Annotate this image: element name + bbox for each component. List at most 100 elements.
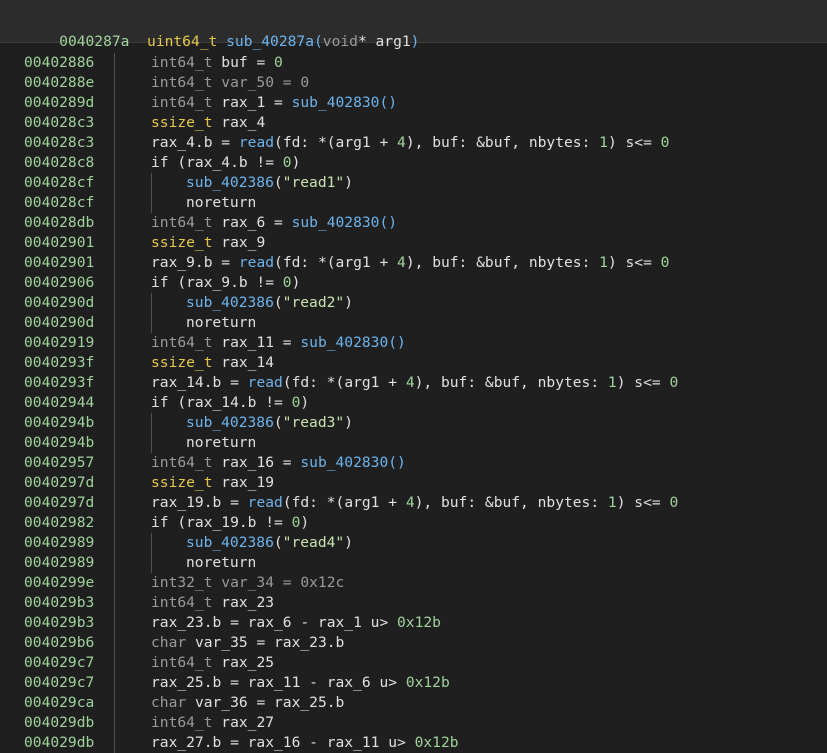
line-address[interactable]: 00402982: [24, 513, 94, 533]
code-token[interactable]: "read3": [283, 414, 345, 431]
line-code[interactable]: int64_t var_50 = 0: [151, 73, 309, 93]
code-token[interactable]: (): [379, 94, 397, 111]
code-token[interactable]: rax_23.b = rax_6 - rax_1 u>: [151, 614, 397, 631]
code-token[interactable]: ssize_t: [151, 114, 221, 131]
code-token[interactable]: (: [274, 294, 283, 311]
line-code[interactable]: int64_t rax_27: [151, 713, 274, 733]
code-token[interactable]: sub_402830: [292, 214, 380, 231]
code-line[interactable]: 004029c7 int64_t rax_25: [0, 653, 827, 673]
line-code[interactable]: rax_27.b = rax_16 - rax_11 u> 0x12b: [151, 733, 459, 753]
code-token[interactable]: int64_t: [151, 54, 221, 71]
line-code[interactable]: sub_402386("read3"): [186, 413, 353, 433]
code-token[interactable]: if (rax_14.b !=: [151, 394, 292, 411]
line-address[interactable]: 0040290d: [24, 313, 94, 333]
code-token[interactable]: rax_1: [221, 94, 265, 111]
code-token[interactable]: (fd: *(arg1 +: [283, 494, 406, 511]
line-address[interactable]: 00402944: [24, 393, 94, 413]
code-token[interactable]: sub_402386: [186, 174, 274, 191]
code-token[interactable]: 0x12b: [406, 674, 450, 691]
code-token[interactable]: read: [239, 134, 274, 151]
code-token[interactable]: (): [388, 454, 406, 471]
code-token[interactable]: 4: [397, 254, 406, 271]
line-address[interactable]: 0040294b: [24, 433, 94, 453]
code-token[interactable]: ): [300, 514, 309, 531]
line-address[interactable]: 0040297d: [24, 473, 94, 493]
code-line[interactable]: 00402906 if (rax_9.b != 0): [0, 273, 827, 293]
code-token[interactable]: ) s<=: [608, 254, 661, 271]
line-address[interactable]: 004028db: [24, 213, 94, 233]
code-token[interactable]: sub_402830: [292, 94, 380, 111]
code-token[interactable]: int64_t: [151, 94, 221, 111]
code-line[interactable]: 00402901 rax_9.b = read(fd: *(arg1 + 4), …: [0, 253, 827, 273]
code-token[interactable]: sub_402830: [300, 454, 388, 471]
function-address[interactable]: 0040287a: [59, 33, 129, 50]
param-name[interactable]: * arg1: [358, 33, 411, 50]
code-token[interactable]: rax_14: [221, 354, 274, 371]
line-address[interactable]: 004028c8: [24, 153, 94, 173]
code-token[interactable]: int64_t: [151, 214, 221, 231]
code-token[interactable]: 1: [608, 374, 617, 391]
line-address[interactable]: 00402886: [24, 53, 94, 73]
line-address[interactable]: 004028cf: [24, 173, 94, 193]
code-token[interactable]: =: [265, 214, 291, 231]
line-address[interactable]: 004028c3: [24, 133, 94, 153]
code-token[interactable]: (): [379, 214, 397, 231]
line-address[interactable]: 004029b3: [24, 613, 94, 633]
line-code[interactable]: rax_23.b = rax_6 - rax_1 u> 0x12b: [151, 613, 441, 633]
code-token[interactable]: rax_4: [221, 114, 265, 131]
code-token[interactable]: ), buf: &buf, nbytes:: [415, 494, 608, 511]
code-token[interactable]: ) s<=: [617, 494, 670, 511]
line-address[interactable]: 00402906: [24, 273, 94, 293]
line-address[interactable]: 0040293f: [24, 373, 94, 393]
code-token[interactable]: =: [265, 94, 291, 111]
code-token[interactable]: int64_t: [151, 454, 221, 471]
line-code[interactable]: sub_402386("read4"): [186, 533, 353, 553]
code-token[interactable]: int64_t: [151, 714, 221, 731]
code-token[interactable]: var_35 = rax_23.b: [195, 634, 344, 651]
code-token[interactable]: rax_11: [221, 334, 274, 351]
line-code[interactable]: if (rax_14.b != 0): [151, 393, 309, 413]
code-token[interactable]: 1: [599, 134, 608, 151]
code-token[interactable]: ssize_t: [151, 234, 221, 251]
code-token[interactable]: rax_6: [221, 214, 265, 231]
code-line[interactable]: 0040299e int32_t var_34 = 0x12c: [0, 573, 827, 593]
line-address[interactable]: 00402989: [24, 553, 94, 573]
code-token[interactable]: sub_402386: [186, 534, 274, 551]
code-token[interactable]: if (rax_19.b !=: [151, 514, 292, 531]
code-token[interactable]: if (rax_4.b !=: [151, 154, 283, 171]
line-code[interactable]: ssize_t rax_14: [151, 353, 274, 373]
code-token[interactable]: char: [151, 634, 195, 651]
code-token[interactable]: 0x12b: [415, 734, 459, 751]
code-line[interactable]: 0040293f ssize_t rax_14: [0, 353, 827, 373]
code-token[interactable]: 0: [661, 134, 670, 151]
code-token[interactable]: ) s<=: [617, 374, 670, 391]
decompiled-code-view[interactable]: 00402886 int64_t buf = 0 0040288e int64_t v…: [0, 53, 827, 753]
line-address[interactable]: 004029c7: [24, 653, 94, 673]
code-token[interactable]: (fd: *(arg1 +: [274, 254, 397, 271]
code-token[interactable]: read: [248, 494, 283, 511]
code-line[interactable]: 004029c7 rax_25.b = rax_11 - rax_6 u> 0x1…: [0, 673, 827, 693]
code-line[interactable]: 00402919 int64_t rax_11 = sub_402830(): [0, 333, 827, 353]
return-type[interactable]: uint64_t: [147, 33, 217, 50]
code-token[interactable]: =: [274, 334, 300, 351]
line-code[interactable]: if (rax_9.b != 0): [151, 273, 300, 293]
code-line[interactable]: 004028cf noreturn: [0, 193, 827, 213]
code-token[interactable]: 0: [669, 494, 678, 511]
code-token[interactable]: rax_9: [221, 234, 265, 251]
line-address[interactable]: 0040294b: [24, 413, 94, 433]
line-code[interactable]: char var_36 = rax_25.b: [151, 693, 344, 713]
code-token[interactable]: rax_25: [221, 654, 274, 671]
code-token[interactable]: sub_402386: [186, 294, 274, 311]
code-token[interactable]: sub_402386: [186, 414, 274, 431]
code-token[interactable]: 1: [599, 254, 608, 271]
line-code[interactable]: ssize_t rax_19: [151, 473, 274, 493]
line-address[interactable]: 0040290d: [24, 293, 94, 313]
code-token[interactable]: if (rax_9.b !=: [151, 274, 283, 291]
line-code[interactable]: noreturn: [186, 193, 256, 213]
code-line[interactable]: 00402957 int64_t rax_16 = sub_402830(): [0, 453, 827, 473]
line-code[interactable]: int64_t rax_25: [151, 653, 274, 673]
code-line[interactable]: 004028cf sub_402386("read1"): [0, 173, 827, 193]
code-line[interactable]: 00402989 noreturn: [0, 553, 827, 573]
code-line[interactable]: 00402982 if (rax_19.b != 0): [0, 513, 827, 533]
code-token[interactable]: noreturn: [186, 314, 256, 331]
